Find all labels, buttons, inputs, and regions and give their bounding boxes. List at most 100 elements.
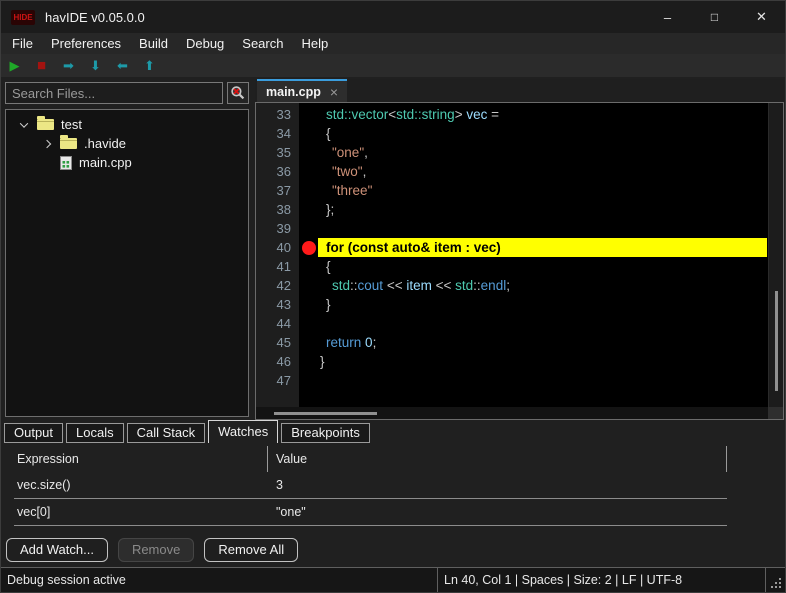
run-button[interactable]: ▶ [6,59,23,72]
remove-button[interactable]: Remove [118,538,194,562]
line-number[interactable]: 34 [256,124,291,143]
tab-maincpp[interactable]: main.cpp × [257,79,347,102]
code-editor[interactable]: 333435363738394041424344454647 std::vect… [255,102,784,420]
search-files-input[interactable] [5,82,223,104]
line-number[interactable]: 43 [256,295,291,314]
code-line[interactable]: { [299,124,767,143]
tab-watches[interactable]: Watches [208,420,278,443]
breakpoint-slot[interactable] [299,181,318,200]
maximize-button[interactable]: □ [691,1,738,33]
line-number[interactable]: 45 [256,333,291,352]
tree-item-maincpp[interactable]: main.cpp [6,153,248,172]
line-number[interactable]: 39 [256,219,291,238]
line-number[interactable]: 47 [256,371,291,390]
vertical-scrollbar-thumb[interactable] [775,291,778,391]
menu-debug[interactable]: Debug [177,36,233,51]
tab-close-icon[interactable]: × [330,84,338,100]
step-into-button[interactable]: ⬇ [87,59,104,72]
line-number[interactable]: 40 [256,238,291,257]
tree-item-test[interactable]: test [6,115,248,134]
code-line[interactable]: }; [299,200,767,219]
step-up-button[interactable]: ⬆ [141,59,158,72]
breakpoint-slot[interactable] [299,295,318,314]
breakpoint-slot[interactable] [299,200,318,219]
code-line[interactable] [299,219,767,238]
watch-expression: vec[0] [14,499,268,525]
close-button[interactable]: ✕ [738,1,785,33]
code-line[interactable]: std::vector<std::string> vec = [299,105,767,124]
horizontal-scrollbar[interactable] [256,407,768,419]
line-number[interactable]: 46 [256,352,291,371]
code-text [318,219,767,238]
line-number[interactable]: 36 [256,162,291,181]
line-number[interactable]: 37 [256,181,291,200]
breakpoint-slot[interactable] [299,276,318,295]
menu-help[interactable]: Help [292,36,337,51]
tab-breakpoints[interactable]: Breakpoints [281,423,370,443]
code-line[interactable]: "one", [299,143,767,162]
code-line[interactable]: std::cout << item << std::endl; [299,276,767,295]
breakpoint-icon[interactable] [299,238,318,257]
menu-preferences[interactable]: Preferences [42,36,130,51]
arrow-up-icon: ⬆ [144,58,155,73]
step-over-button[interactable]: ➡ [60,59,77,72]
breakpoint-slot[interactable] [299,105,318,124]
code-text: { [318,124,767,143]
add-watch-button[interactable]: Add Watch... [6,538,108,562]
menu-build[interactable]: Build [130,36,177,51]
tree-item-havide[interactable]: .havide [6,134,248,153]
code-line[interactable]: "three" [299,181,767,200]
breakpoint-slot[interactable] [299,219,318,238]
code-lines: std::vector<std::string> vec ={"one","tw… [299,103,783,419]
watch-row[interactable]: vec.size() 3 [14,472,727,499]
menu-search[interactable]: Search [233,36,292,51]
line-number[interactable]: 38 [256,200,291,219]
chevron-right-icon[interactable] [39,141,55,147]
chevron-down-icon[interactable] [16,122,32,128]
step-out-button[interactable]: ⬅ [114,59,131,72]
tree-item-label: test [61,117,82,132]
code-line[interactable]: } [299,352,767,371]
stop-button[interactable]: ■ [33,58,50,73]
minimize-button[interactable]: – [644,1,691,33]
line-number[interactable]: 41 [256,257,291,276]
code-text: for (const auto& item : vec) [318,238,767,257]
breakpoint-slot[interactable] [299,352,318,371]
tab-call-stack[interactable]: Call Stack [127,423,206,443]
tab-output[interactable]: Output [4,423,63,443]
code-line[interactable]: "two", [299,162,767,181]
line-number[interactable]: 44 [256,314,291,333]
code-line[interactable] [299,371,767,390]
app-icon: HIDE [11,10,35,25]
tab-locals[interactable]: Locals [66,423,124,443]
line-number[interactable]: 42 [256,276,291,295]
breakpoint-slot[interactable] [299,162,318,181]
window-controls: – □ ✕ [644,1,785,33]
vertical-scrollbar[interactable] [768,103,783,407]
title-bar: HIDE havIDE v0.05.0.0 – □ ✕ [1,1,785,33]
code-line[interactable]: return 0; [299,333,767,352]
current-code-line[interactable]: for (const auto& item : vec) [299,238,767,257]
horizontal-scrollbar-thumb[interactable] [274,412,377,415]
breakpoint-slot[interactable] [299,333,318,352]
menu-file[interactable]: File [3,36,42,51]
breakpoint-slot[interactable] [299,371,318,390]
code-line[interactable]: { [299,257,767,276]
play-icon: ▶ [10,58,20,73]
line-number[interactable]: 33 [256,105,291,124]
breakpoint-slot[interactable] [299,314,318,333]
breakpoint-slot[interactable] [299,143,318,162]
remove-all-button[interactable]: Remove All [204,538,298,562]
maximize-icon: □ [711,10,718,24]
watch-value: "one" [268,499,727,525]
breakpoint-slot[interactable] [299,124,318,143]
resize-grip[interactable] [765,568,785,592]
watch-row[interactable]: vec[0] "one" [14,499,727,526]
line-number[interactable]: 35 [256,143,291,162]
column-header-value: Value [268,446,727,472]
code-line[interactable]: } [299,295,767,314]
code-line[interactable] [299,314,767,333]
clear-search-button[interactable] [227,82,249,104]
gutter[interactable]: 333435363738394041424344454647 [256,103,299,419]
breakpoint-slot[interactable] [299,257,318,276]
